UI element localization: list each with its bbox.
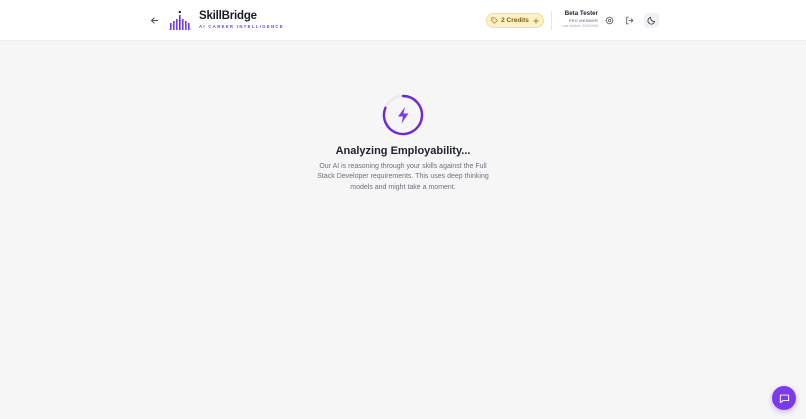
credits-label: 2 Credits: [501, 17, 529, 24]
gear-icon: [605, 16, 614, 25]
user-profile[interactable]: Beta Tester PRO MEMBER Last Visited: 3/2…: [553, 10, 599, 29]
arrow-left-icon: [150, 16, 158, 24]
user-name: Beta Tester: [564, 10, 598, 17]
logout-icon: [626, 16, 634, 25]
plus-icon: [533, 17, 539, 24]
back-button[interactable]: [147, 13, 161, 27]
lightning-icon: [398, 107, 409, 124]
theme-toggle-button[interactable]: [644, 13, 659, 28]
brand-name: SkillBridge: [199, 10, 257, 22]
page-title: Analyzing Employability...: [335, 145, 471, 157]
logout-button[interactable]: [622, 13, 637, 28]
skillbridge-logo-icon: [168, 10, 192, 31]
chat-button[interactable]: [772, 386, 796, 410]
chat-bubble-icon: [779, 394, 789, 403]
loading-spinner: [382, 94, 424, 136]
brand-logo[interactable]: SkillBridge AI CAREER INTELLIGENCE: [168, 9, 284, 31]
tag-icon: [491, 17, 498, 24]
brand-tagline: AI CAREER INTELLIGENCE: [199, 24, 284, 29]
settings-button[interactable]: [602, 13, 617, 28]
credits-badge[interactable]: 2 Credits: [486, 13, 544, 28]
moon-icon: [647, 17, 655, 25]
last-visited: Last Visited: 3/26/2026: [561, 24, 599, 28]
top-navigation-bar: SkillBridge AI CAREER INTELLIGENCE 2 Cre…: [0, 0, 806, 41]
header-divider: [551, 11, 552, 30]
status-description: Our AI is reasoning through your skills …: [317, 163, 489, 191]
